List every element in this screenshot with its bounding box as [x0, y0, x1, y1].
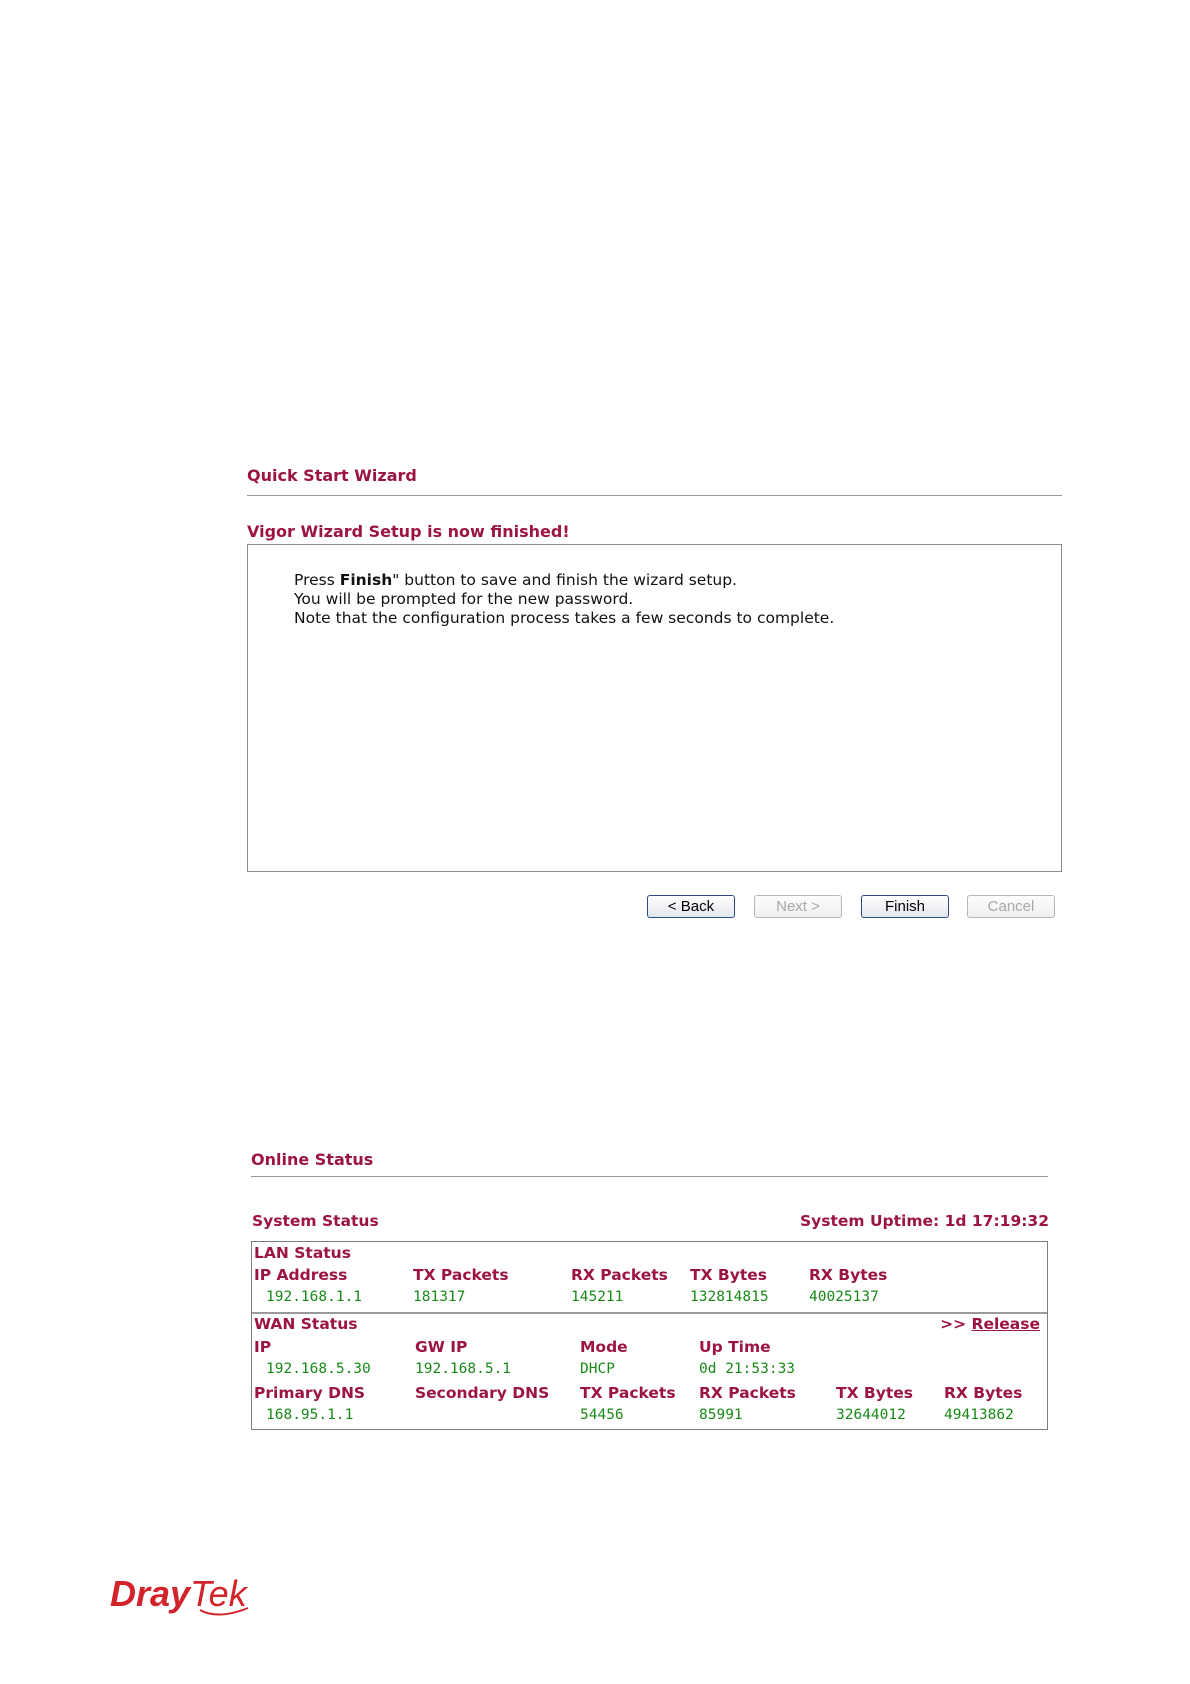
wan-header-mode: Mode [580, 1338, 628, 1356]
wizard-message-line-2: You will be prompted for the new passwor… [294, 590, 634, 608]
wizard-heading: Vigor Wizard Setup is now finished! [247, 522, 570, 541]
wizard-message-finish-bold: Finish [339, 571, 393, 589]
wizard-message-line-3: Note that the configuration process take… [294, 609, 835, 627]
back-button[interactable]: < Back [647, 895, 735, 918]
lan-tx-packets-value: 181317 [413, 1289, 466, 1305]
lan-status-label: LAN Status [254, 1244, 351, 1262]
wizard-divider [247, 495, 1062, 496]
lan-header-tx-packets: TX Packets [413, 1266, 509, 1284]
wan-ip-value: 192.168.5.30 [266, 1361, 371, 1377]
wizard-title: Quick Start Wizard [247, 466, 417, 485]
lan-header-ip-address: IP Address [254, 1266, 348, 1284]
lan-rx-bytes-value: 40025137 [809, 1289, 879, 1305]
status-table: LAN Status IP Address TX Packets RX Pack… [251, 1241, 1048, 1430]
wan-header-tx-packets: TX Packets [580, 1384, 676, 1402]
online-status-title: Online Status [251, 1150, 374, 1169]
wan-mode-value: DHCP [580, 1361, 615, 1377]
wizard-message-press: Press [294, 571, 340, 589]
wizard-message-line-1: Press Finish" button to save and finish … [294, 571, 737, 589]
wan-header-primary-dns: Primary DNS [254, 1384, 366, 1402]
wizard-message-panel: Press Finish" button to save and finish … [247, 544, 1062, 872]
wan-rx-bytes-value: 49413862 [944, 1407, 1014, 1423]
wan-rx-packets-value: 85991 [699, 1407, 743, 1423]
lan-rx-packets-value: 145211 [571, 1289, 624, 1305]
wan-header-gw-ip: GW IP [415, 1338, 468, 1356]
draytek-logo-tek: Tek [190, 1573, 249, 1614]
finish-button[interactable]: Finish [861, 895, 949, 918]
lan-header-tx-bytes: TX Bytes [690, 1266, 767, 1284]
cancel-button[interactable]: Cancel [967, 895, 1055, 918]
wan-tx-packets-value: 54456 [580, 1407, 624, 1423]
release-arrows: >> [940, 1315, 972, 1333]
wan-header-rx-bytes: RX Bytes [944, 1384, 1023, 1402]
wan-header-ip: IP [254, 1338, 272, 1356]
draytek-logo: Dray Tek [110, 1573, 249, 1616]
lan-header-rx-bytes: RX Bytes [809, 1266, 888, 1284]
wan-header-secondary-dns: Secondary DNS [415, 1384, 550, 1402]
wan-header-up-time: Up Time [699, 1338, 771, 1356]
wan-release-control: >> Release [940, 1315, 1040, 1333]
wan-header-tx-bytes: TX Bytes [836, 1384, 913, 1402]
lan-tx-bytes-value: 132814815 [690, 1289, 769, 1305]
wan-tx-bytes-value: 32644012 [836, 1407, 906, 1423]
wan-up-time-value: 0d 21:53:33 [699, 1361, 796, 1377]
wizard-message-rest: " button to save and finish the wizard s… [392, 571, 737, 589]
lan-ip-address-value: 192.168.1.1 [266, 1289, 363, 1305]
wan-gw-ip-value: 192.168.5.1 [415, 1361, 512, 1377]
lan-wan-divider [252, 1312, 1047, 1314]
next-button[interactable]: Next > [754, 895, 842, 918]
system-status-label: System Status [252, 1212, 379, 1230]
lan-header-rx-packets: RX Packets [571, 1266, 668, 1284]
wan-header-rx-packets: RX Packets [699, 1384, 796, 1402]
wan-status-label: WAN Status [254, 1315, 358, 1333]
draytek-logo-dray: Dray [110, 1573, 192, 1614]
wan-primary-dns-value: 168.95.1.1 [266, 1407, 354, 1423]
release-link[interactable]: Release [972, 1315, 1040, 1333]
system-uptime: System Uptime: 1d 17:19:32 [799, 1212, 1049, 1230]
online-status-divider [251, 1176, 1048, 1177]
